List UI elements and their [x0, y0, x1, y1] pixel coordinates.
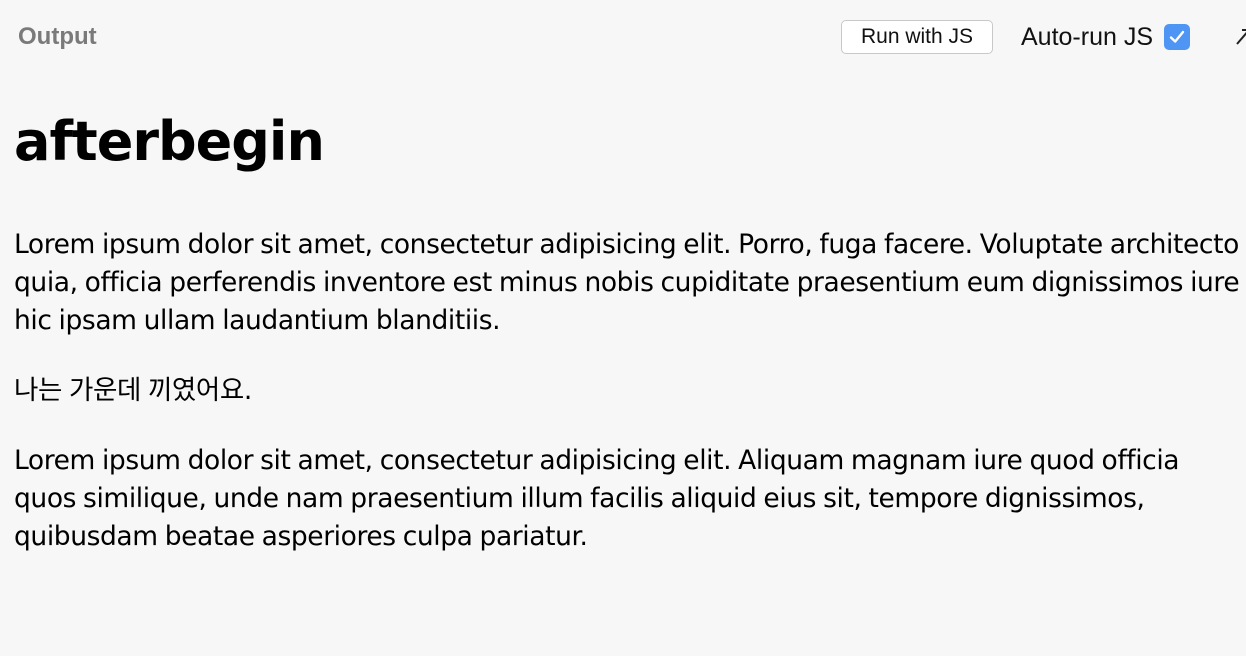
expand-icon[interactable] — [1234, 24, 1246, 48]
paragraph-middle: 나는 가운데 끼였어요. — [14, 375, 252, 406]
run-with-js-button[interactable]: Run with JS — [841, 20, 993, 54]
autorun-checkbox[interactable] — [1164, 24, 1191, 50]
paragraph-last: Lorem ipsum dolor sit amet, consectetur … — [14, 445, 1180, 552]
page-heading: afterbegin — [14, 110, 325, 173]
output-header: Output Run with JS Auto-run JS — [0, 0, 1246, 74]
autorun-label: Auto-run JS — [1021, 23, 1154, 51]
autorun-toggle[interactable]: Auto-run JS — [1021, 20, 1191, 54]
paragraph-first: Lorem ipsum dolor sit amet, consectetur … — [14, 229, 1240, 336]
checkmark-icon — [1169, 30, 1185, 43]
output-content: afterbegin Lorem ipsum dolor sit amet, c… — [14, 96, 1240, 556]
output-title: Output — [18, 23, 97, 50]
